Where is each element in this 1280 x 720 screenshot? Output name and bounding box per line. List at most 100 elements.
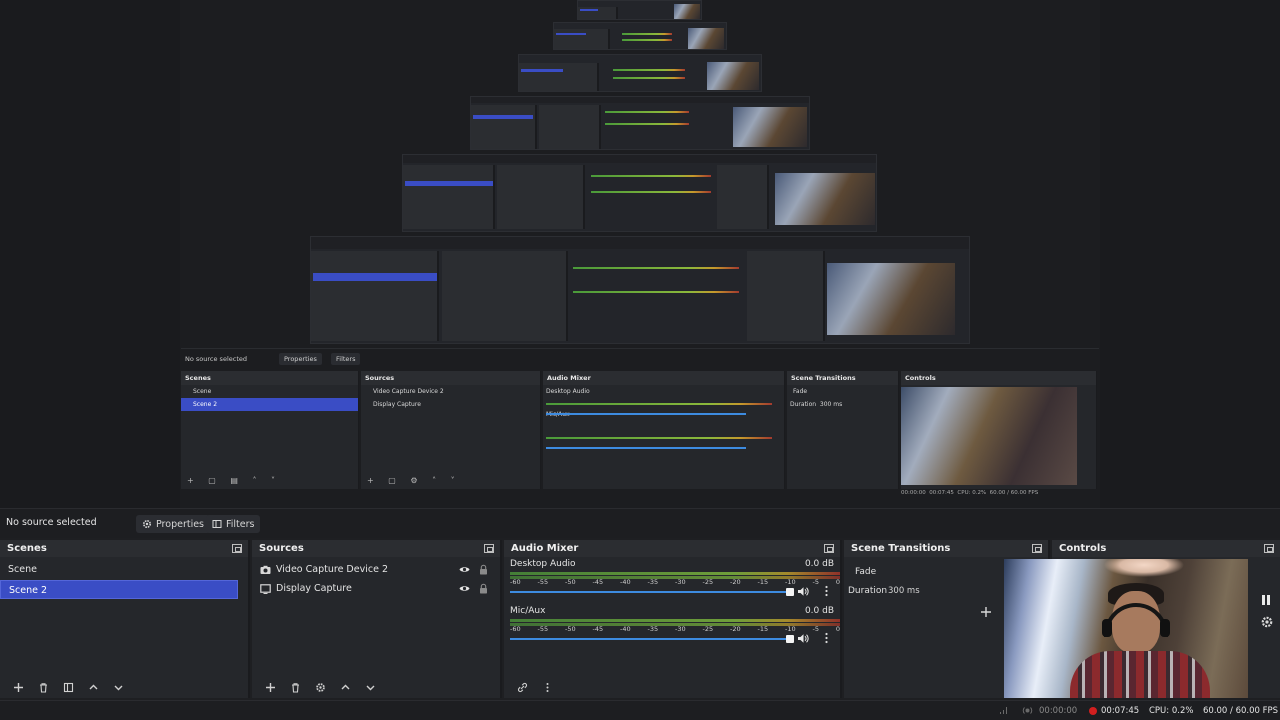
inner-camera-feed xyxy=(901,387,1077,485)
duration-input[interactable]: 300 ms xyxy=(888,586,920,596)
undock-icon[interactable] xyxy=(1032,544,1042,553)
channel-db: 0.0 dB xyxy=(804,559,834,569)
inner-status: 00:00:00 00:07:45 CPU: 0.2% 60.00 / 60.0… xyxy=(901,490,1039,496)
camera-icon xyxy=(260,565,271,574)
duration-label: Duration xyxy=(848,586,888,596)
chevron-up-icon xyxy=(89,684,98,689)
speaker-icon[interactable] xyxy=(797,586,809,597)
nested-preview-level-5 xyxy=(577,0,702,20)
volume-slider[interactable] xyxy=(510,591,790,593)
channel-db: 0.0 dB xyxy=(804,606,834,616)
meter-ticks: -60 -55 -50 -45 -40 -35 -30 -25 -20 -15 -10 -5 0 xyxy=(510,625,840,633)
inner-properties-button: Properties xyxy=(279,353,322,365)
controls-title: Controls xyxy=(1059,543,1107,554)
lock-icon[interactable] xyxy=(479,583,488,594)
inner-mixer-dock: Audio Mixer Desktop Audio Mic/Aux xyxy=(543,371,785,489)
filters-button[interactable]: Filters xyxy=(206,515,261,533)
nested-preview-level-2 xyxy=(470,96,810,150)
visibility-eye-icon[interactable] xyxy=(459,583,470,594)
more-options-icon[interactable] xyxy=(825,632,828,644)
scene-item-scene[interactable]: Scene xyxy=(0,560,248,579)
inner-scenes-dock: Scenes Scene Scene 2 + ▢ ▤ ˄ ˅ xyxy=(181,371,359,489)
meter-ticks: -60 -55 -50 -45 -40 -35 -30 -25 -20 -15 -10 -5 0 xyxy=(510,578,840,586)
move-source-down-button[interactable] xyxy=(358,677,383,697)
scene-transitions-title: Scene Transitions xyxy=(851,543,951,554)
link-icon xyxy=(517,682,528,692)
channel-name: Desktop Audio xyxy=(510,559,576,569)
more-options-icon[interactable] xyxy=(825,585,828,597)
inner-no-source: No source selected xyxy=(185,355,247,363)
chevron-up-icon xyxy=(341,684,350,689)
filter-icon xyxy=(212,520,222,528)
move-scene-up-button[interactable] xyxy=(81,677,106,697)
nested-preview-level-4 xyxy=(553,22,727,50)
webcam-overlay xyxy=(1004,559,1248,698)
nested-preview-level-0 xyxy=(310,236,970,344)
record-time: 00:07:45 xyxy=(1101,706,1140,716)
add-transition-plus-icon[interactable] xyxy=(980,606,992,618)
undock-icon[interactable] xyxy=(484,544,494,553)
source-item-display-capture[interactable]: Display Capture xyxy=(252,579,500,598)
nested-preview-main: No source selected Properties Filters Sc… xyxy=(181,348,1099,500)
gear-icon xyxy=(316,682,325,692)
monitor-icon xyxy=(260,583,271,594)
program-preview[interactable]: No source selected Properties Filters Sc… xyxy=(0,0,1280,508)
gear-icon[interactable] xyxy=(1260,615,1274,629)
properties-button[interactable]: Properties xyxy=(136,515,211,533)
add-scene-button[interactable] xyxy=(6,677,31,697)
fps-readout: 60.00 / 60.00 FPS xyxy=(1203,706,1279,716)
remove-source-button[interactable] xyxy=(283,677,308,697)
undock-icon[interactable] xyxy=(232,544,242,553)
nested-preview-level-1 xyxy=(402,154,877,232)
volume-slider[interactable] xyxy=(510,638,790,640)
pause-icon[interactable] xyxy=(1259,593,1273,607)
sources-dock: Sources Video Capture Device 2 Display C… xyxy=(252,540,502,698)
source-properties-button[interactable] xyxy=(308,677,333,697)
source-item-video-capture[interactable]: Video Capture Device 2 xyxy=(252,560,500,579)
mixer-menu-button[interactable] xyxy=(535,677,560,697)
move-scene-down-button[interactable] xyxy=(106,677,131,697)
inner-transitions-dock: Scene Transitions Fade Duration 300 ms xyxy=(787,371,899,489)
volume-slider-handle[interactable] xyxy=(786,635,794,643)
status-bar: 00:00:00 00:07:45 CPU: 0.2% 60.00 / 60.0… xyxy=(0,700,1280,720)
move-source-up-button[interactable] xyxy=(333,677,358,697)
mixer-channel-mic-aux: Mic/Aux 0.0 dB -60 -55 -50 -45 -40 -35 -30 -25-… xyxy=(508,604,840,651)
mixer-channel-desktop-audio: Desktop Audio 0.0 dB -60 -55 -50 -45 -40 -35-… xyxy=(508,557,840,604)
gear-icon xyxy=(142,519,152,529)
live-icon xyxy=(1022,707,1033,714)
trash-icon xyxy=(40,682,47,693)
signal-icon xyxy=(1000,707,1007,714)
remove-scene-button[interactable] xyxy=(31,677,56,697)
scenes-dock: Scenes Scene Scene 2 xyxy=(0,540,250,698)
scene-filters-button[interactable] xyxy=(56,677,81,697)
level-meter xyxy=(510,572,840,575)
record-dot-icon xyxy=(1089,707,1097,715)
add-source-button[interactable] xyxy=(258,677,283,697)
nested-preview-level-3 xyxy=(518,54,762,92)
advanced-audio-button[interactable] xyxy=(510,677,535,697)
speaker-icon[interactable] xyxy=(797,633,809,644)
chevron-down-icon xyxy=(114,685,123,690)
chevron-down-icon xyxy=(366,685,375,690)
undock-icon[interactable] xyxy=(1264,544,1274,553)
more-options-icon xyxy=(546,682,549,692)
volume-slider-handle[interactable] xyxy=(786,588,794,596)
visibility-eye-icon[interactable] xyxy=(459,564,470,575)
live-time: 00:00:00 xyxy=(1039,706,1078,716)
lock-icon[interactable] xyxy=(479,564,488,575)
sources-title: Sources xyxy=(259,543,304,554)
level-meter xyxy=(510,619,840,622)
trash-icon xyxy=(292,682,299,693)
audio-mixer-dock: Audio Mixer Desktop Audio 0.0 dB -60 -55-… xyxy=(504,540,842,698)
source-toolbar: No source selected Properties Filters xyxy=(0,508,1280,538)
inner-filters-button: Filters xyxy=(331,353,361,365)
plus-icon xyxy=(266,682,275,692)
no-source-label: No source selected xyxy=(6,517,97,528)
scene-item-scene-2[interactable]: Scene 2 xyxy=(0,580,238,599)
filter-icon xyxy=(63,682,74,692)
audio-mixer-title: Audio Mixer xyxy=(511,543,579,554)
scenes-title: Scenes xyxy=(7,543,47,554)
cpu-usage: CPU: 0.2% xyxy=(1149,706,1194,716)
plus-icon xyxy=(14,682,23,692)
undock-icon[interactable] xyxy=(824,544,834,553)
